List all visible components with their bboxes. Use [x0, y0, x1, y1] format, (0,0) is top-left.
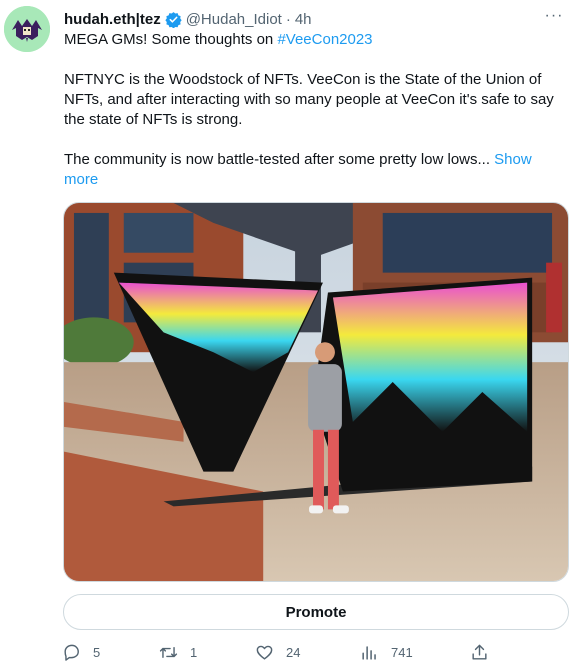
tweet-photo[interactable]	[63, 202, 569, 582]
retweet-button[interactable]: 1	[159, 640, 197, 664]
action-bar: 5 1 24 741	[60, 640, 500, 664]
display-name[interactable]: hudah.eth|tez	[64, 11, 161, 28]
verified-icon	[165, 11, 182, 28]
like-icon	[256, 645, 273, 660]
tweet-paragraph-2: NFTNYC is the Woodstock of NFTs. VeeCon …	[64, 71, 554, 128]
like-button[interactable]: 24	[255, 640, 300, 664]
promote-button[interactable]: Promote	[63, 594, 569, 630]
share-button[interactable]	[470, 640, 501, 664]
retweet-icon	[159, 646, 178, 658]
tweet-header: hudah.eth|tez @Hudah_Idiot · 4h ···	[64, 8, 570, 29]
timestamp[interactable]: 4h	[295, 11, 312, 28]
tweet-paragraph-3: The community is now battle-tested after…	[64, 150, 564, 190]
hashtag-link[interactable]: #VeeCon2023	[277, 31, 372, 48]
avatar[interactable]	[4, 6, 50, 52]
like-count: 24	[286, 644, 301, 660]
reply-icon	[64, 644, 79, 661]
photo-image	[64, 203, 568, 581]
retweet-count: 1	[190, 644, 198, 660]
views-button[interactable]: 741	[360, 640, 413, 664]
share-icon	[472, 644, 487, 660]
views-icon	[362, 645, 376, 660]
handle[interactable]: @Hudah_Idiot	[186, 11, 282, 28]
reply-count: 5	[93, 644, 101, 660]
tweet-text: MEGA GMs! Some thoughts on #VeeCon2023 N…	[64, 30, 564, 190]
reply-button[interactable]: 5	[62, 640, 100, 664]
tweet-line-1: MEGA GMs! Some thoughts on #VeeCon2023	[64, 30, 564, 50]
tweet-intro: MEGA GMs! Some thoughts on	[64, 31, 278, 48]
more-icon[interactable]: ···	[542, 8, 566, 29]
tweet-paragraph-3-text: The community is now battle-tested after…	[64, 151, 495, 168]
avatar-image	[4, 6, 50, 52]
views-count: 741	[391, 644, 413, 660]
separator-dot: ·	[285, 10, 291, 28]
